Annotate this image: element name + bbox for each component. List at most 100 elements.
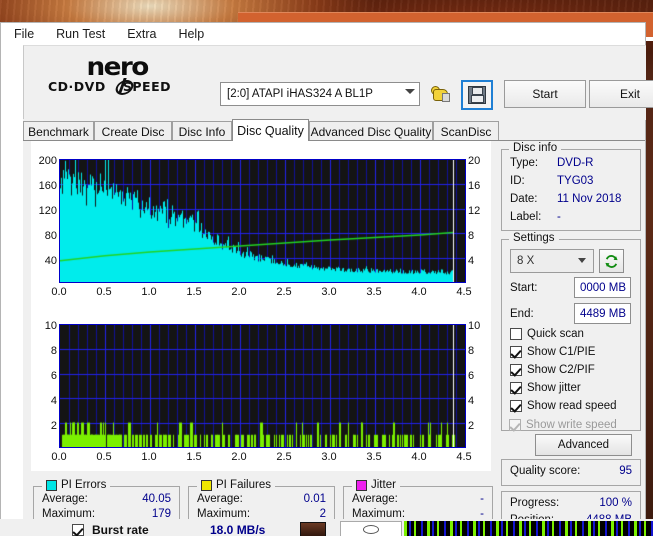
upper-x-tick-7: 3.5: [366, 286, 382, 298]
menu-item-file[interactable]: File: [5, 25, 43, 43]
tab-benchmark[interactable]: Benchmark: [23, 121, 94, 141]
disc-id-value: TYG03: [557, 175, 594, 187]
tab-bar: Benchmark Create Disc Disc Info Disc Qua…: [23, 119, 645, 141]
lower-y2-tick-6: 6: [468, 370, 475, 382]
pi-failures-legend: PI Failures: [197, 479, 275, 491]
tab-scandisc[interactable]: ScanDisc: [433, 121, 499, 141]
quality-score-label: Quality score:: [510, 465, 581, 477]
pi-failures-average-value: 0.01: [303, 493, 326, 505]
upper-x-tick-1: 0.5: [96, 286, 112, 298]
checkbox-show-write-speed: Show write speed: [509, 419, 617, 431]
upper-y2-tick-4: 4: [468, 255, 475, 267]
lower-x-tick-6: 3.0: [321, 451, 337, 463]
drive-select[interactable]: [2:0] ATAPI iHAS324 A BL1P: [220, 82, 420, 106]
save-button[interactable]: [461, 80, 493, 110]
bottom-clipped-strip: Burst rate 18.0 MB/s: [0, 519, 653, 536]
checkbox-show-c1-pie[interactable]: Show C1/PIE: [510, 346, 595, 358]
disc-date-label: Date:: [510, 193, 538, 205]
lower-x-tick-1: 0.5: [96, 451, 112, 463]
checkbox-show-jitter[interactable]: Show jitter: [510, 382, 581, 394]
lower-x-tick-3: 1.5: [186, 451, 202, 463]
pi-failures-average-label: Average:: [197, 493, 243, 505]
menu-item-extra[interactable]: Extra: [118, 25, 165, 43]
upper-x-tick-2: 1.0: [141, 286, 157, 298]
burst-rate-checkbox-icon[interactable]: [72, 524, 84, 536]
nero-logo: nero CD·DVDxxSPEED: [46, 52, 226, 95]
end-mb-field[interactable]: 4489 MB: [574, 303, 631, 324]
disc-label-value: -: [557, 211, 561, 223]
end-mb-value: 4489 MB: [580, 307, 627, 320]
menu-item-help[interactable]: Help: [169, 25, 213, 43]
pi-failures-plot-area: [59, 324, 466, 448]
show-write-speed-checkbox-icon: [509, 419, 521, 431]
speed-select-value: 8 X: [517, 255, 535, 267]
exit-button[interactable]: Exit: [589, 80, 653, 108]
lower-x-tick-9: 4.5: [456, 451, 472, 463]
tab-disc-info[interactable]: Disc Info: [172, 121, 232, 141]
pi-errors-plot-area: [59, 159, 466, 283]
pi-failures-color-swatch: [201, 479, 212, 491]
show-c2-pif-checkbox-icon: [510, 364, 522, 376]
upper-x-tick-6: 3.0: [321, 286, 337, 298]
upper-y-tick-80: 80: [44, 230, 57, 242]
upper-y-tick-160: 160: [38, 180, 57, 192]
upper-y-tick-40: 40: [44, 255, 57, 267]
lower-y-tick-4: 4: [50, 395, 57, 407]
show-c1-pie-checkbox-icon: [510, 346, 522, 358]
start-mb-value: 0000 MB: [580, 281, 627, 294]
checkbox-show-read-speed[interactable]: Show read speed: [510, 400, 617, 412]
show-read-speed-label: Show read speed: [527, 400, 617, 412]
tab-disc-quality[interactable]: Disc Quality: [232, 119, 309, 141]
refresh-button[interactable]: [599, 249, 624, 273]
upper-y2-tick-20: 20: [468, 155, 481, 167]
upper-x-tick-8: 4.0: [411, 286, 427, 298]
pi-failures-chart: 10 8 6 4 2 10 8 6 4 2 0.0 0.5 1.0 1.5 2.…: [31, 306, 491, 471]
screen-root: Nero CD-DVD Speed 4.1121 File Run Test E…: [0, 0, 653, 536]
menu-item-run-test[interactable]: Run Test: [47, 25, 114, 43]
disc-label-label: Label:: [510, 211, 542, 223]
tab-create-disc[interactable]: Create Disc: [94, 121, 172, 141]
show-jitter-checkbox-icon: [510, 382, 522, 394]
jitter-average-label: Average:: [352, 493, 398, 505]
menu-bar: File Run Test Extra Help: [1, 23, 645, 45]
drive-select-value: [2:0] ATAPI iHAS324 A BL1P: [227, 88, 373, 100]
quick-scan-checkbox-icon: [510, 328, 522, 340]
start-button[interactable]: Start: [504, 80, 586, 108]
quick-scan-label: Quick scan: [527, 328, 584, 340]
burst-rate-label: Burst rate: [92, 523, 149, 536]
quality-score-value: 95: [619, 465, 632, 477]
end-mb-label: End:: [510, 308, 534, 320]
checkbox-quick-scan[interactable]: Quick scan: [510, 328, 584, 340]
jitter-legend: Jitter: [352, 479, 400, 491]
disc-quality-panel: recorded with ASUS DRW-24F1ST b 200 160 …: [23, 140, 645, 536]
logo-sub-left: CD·DVD: [48, 79, 106, 94]
start-mb-field[interactable]: 0000 MB: [574, 277, 631, 298]
lower-x-tick-8: 4.0: [411, 451, 427, 463]
lower-y2-tick-8: 8: [468, 345, 475, 357]
quality-score-box: Quality score: 95: [501, 459, 641, 486]
hand-tool-button[interactable]: [426, 80, 454, 106]
lower-y-tick-10: 10: [44, 320, 57, 332]
lower-x-tick-7: 3.5: [366, 451, 382, 463]
lower-x-tick-5: 2.5: [276, 451, 292, 463]
checkbox-show-c2-pif[interactable]: Show C2/PIF: [510, 364, 595, 376]
speed-select[interactable]: 8 X: [510, 249, 594, 273]
tab-advanced-disc-quality[interactable]: Advanced Disc Quality: [309, 121, 433, 141]
jitter-legend-label: Jitter: [371, 479, 396, 491]
toolbar: nero CD·DVDxxSPEED [2:0] ATAPI iHAS324 A…: [23, 45, 653, 120]
chevron-down-icon: [578, 258, 586, 263]
disc-id-label: ID:: [510, 175, 525, 187]
burst-rate-value: 18.0 MB/s: [210, 523, 266, 536]
disc-thumbnail-icon: [300, 522, 326, 536]
pi-errors-legend-label: PI Errors: [61, 479, 107, 491]
disc-date-value: 11 Nov 2018: [557, 193, 622, 205]
start-mb-label: Start:: [510, 282, 538, 294]
settings-legend: Settings: [509, 232, 559, 244]
advanced-button[interactable]: Advanced: [535, 434, 632, 456]
floppy-save-icon: [468, 86, 486, 104]
disc-info-legend: Disc info: [509, 142, 562, 154]
hand-tool-icon: [431, 85, 450, 102]
show-write-speed-label: Show write speed: [526, 419, 617, 431]
lower-y-tick-6: 6: [50, 370, 57, 382]
settings-box: Settings 8 X Start: 0000 MB End: 4489 MB…: [501, 232, 641, 431]
